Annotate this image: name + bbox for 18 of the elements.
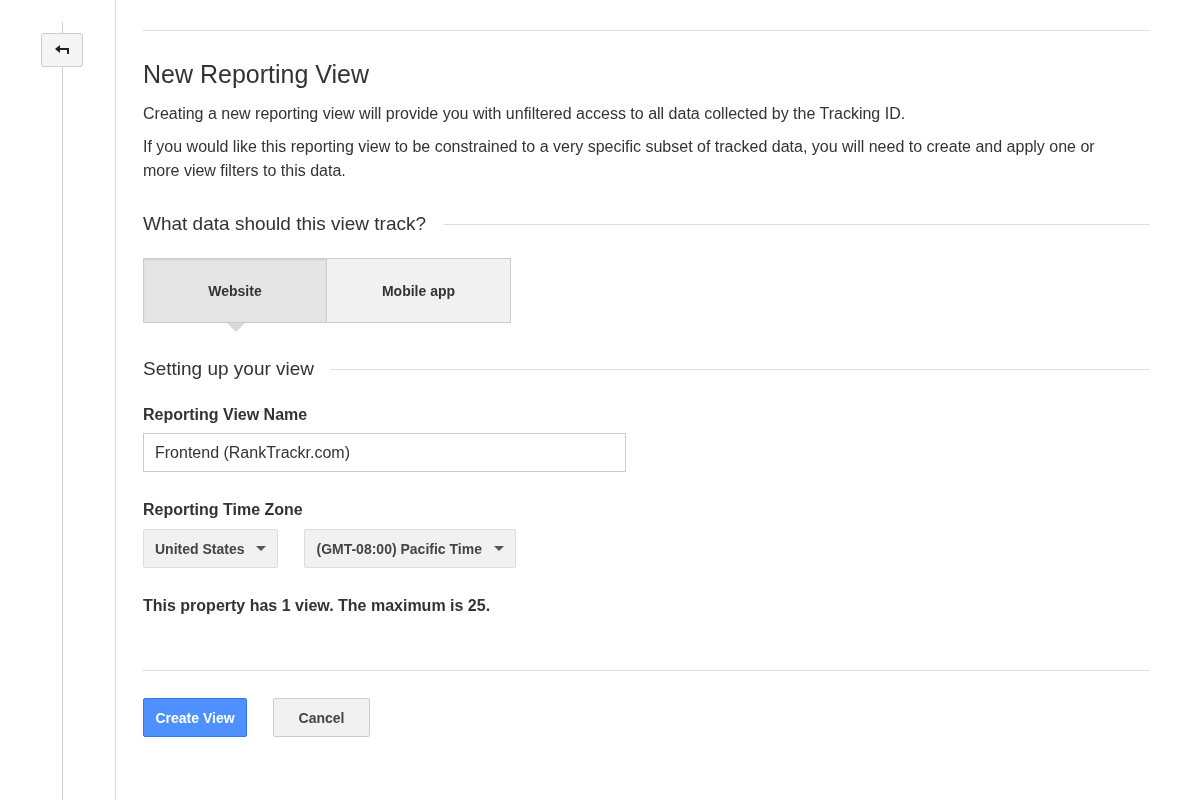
selection-pointer: [227, 323, 245, 332]
section-heading: What data should this view track?: [143, 212, 427, 236]
view-count-note: This property has 1 view. The maximum is 25.: [143, 596, 492, 616]
page-title: New Reporting View: [143, 59, 371, 90]
description-text: If you would like this reporting view to be constrained to a very specific subset of tracked data, you will need to create and apply one or more view filters to this data.: [143, 137, 1096, 181]
caret-icon: [493, 546, 504, 551]
section-heading: Setting up your view: [143, 357, 315, 381]
dropdown[interactable]: (GMT-08:00) Pacific Time: [304, 529, 516, 568]
caret-icon: [256, 546, 267, 551]
field-label: Reporting Time Zone: [143, 500, 304, 520]
back-arrow-icon: [54, 44, 70, 56]
back-button[interactable]: [41, 33, 83, 67]
data-type-toggle[interactable]: Mobile app: [327, 258, 511, 323]
cancel-button[interactable]: Cancel: [273, 698, 370, 737]
view-name-field[interactable]: Frontend (RankTrackr.com): [143, 433, 626, 472]
description-text: Creating a new reporting view will provide you with unfiltered access to all data collected by the Tracking ID.: [143, 104, 907, 124]
dropdown[interactable]: United States: [143, 529, 279, 568]
field-label: Reporting View Name: [143, 405, 309, 425]
